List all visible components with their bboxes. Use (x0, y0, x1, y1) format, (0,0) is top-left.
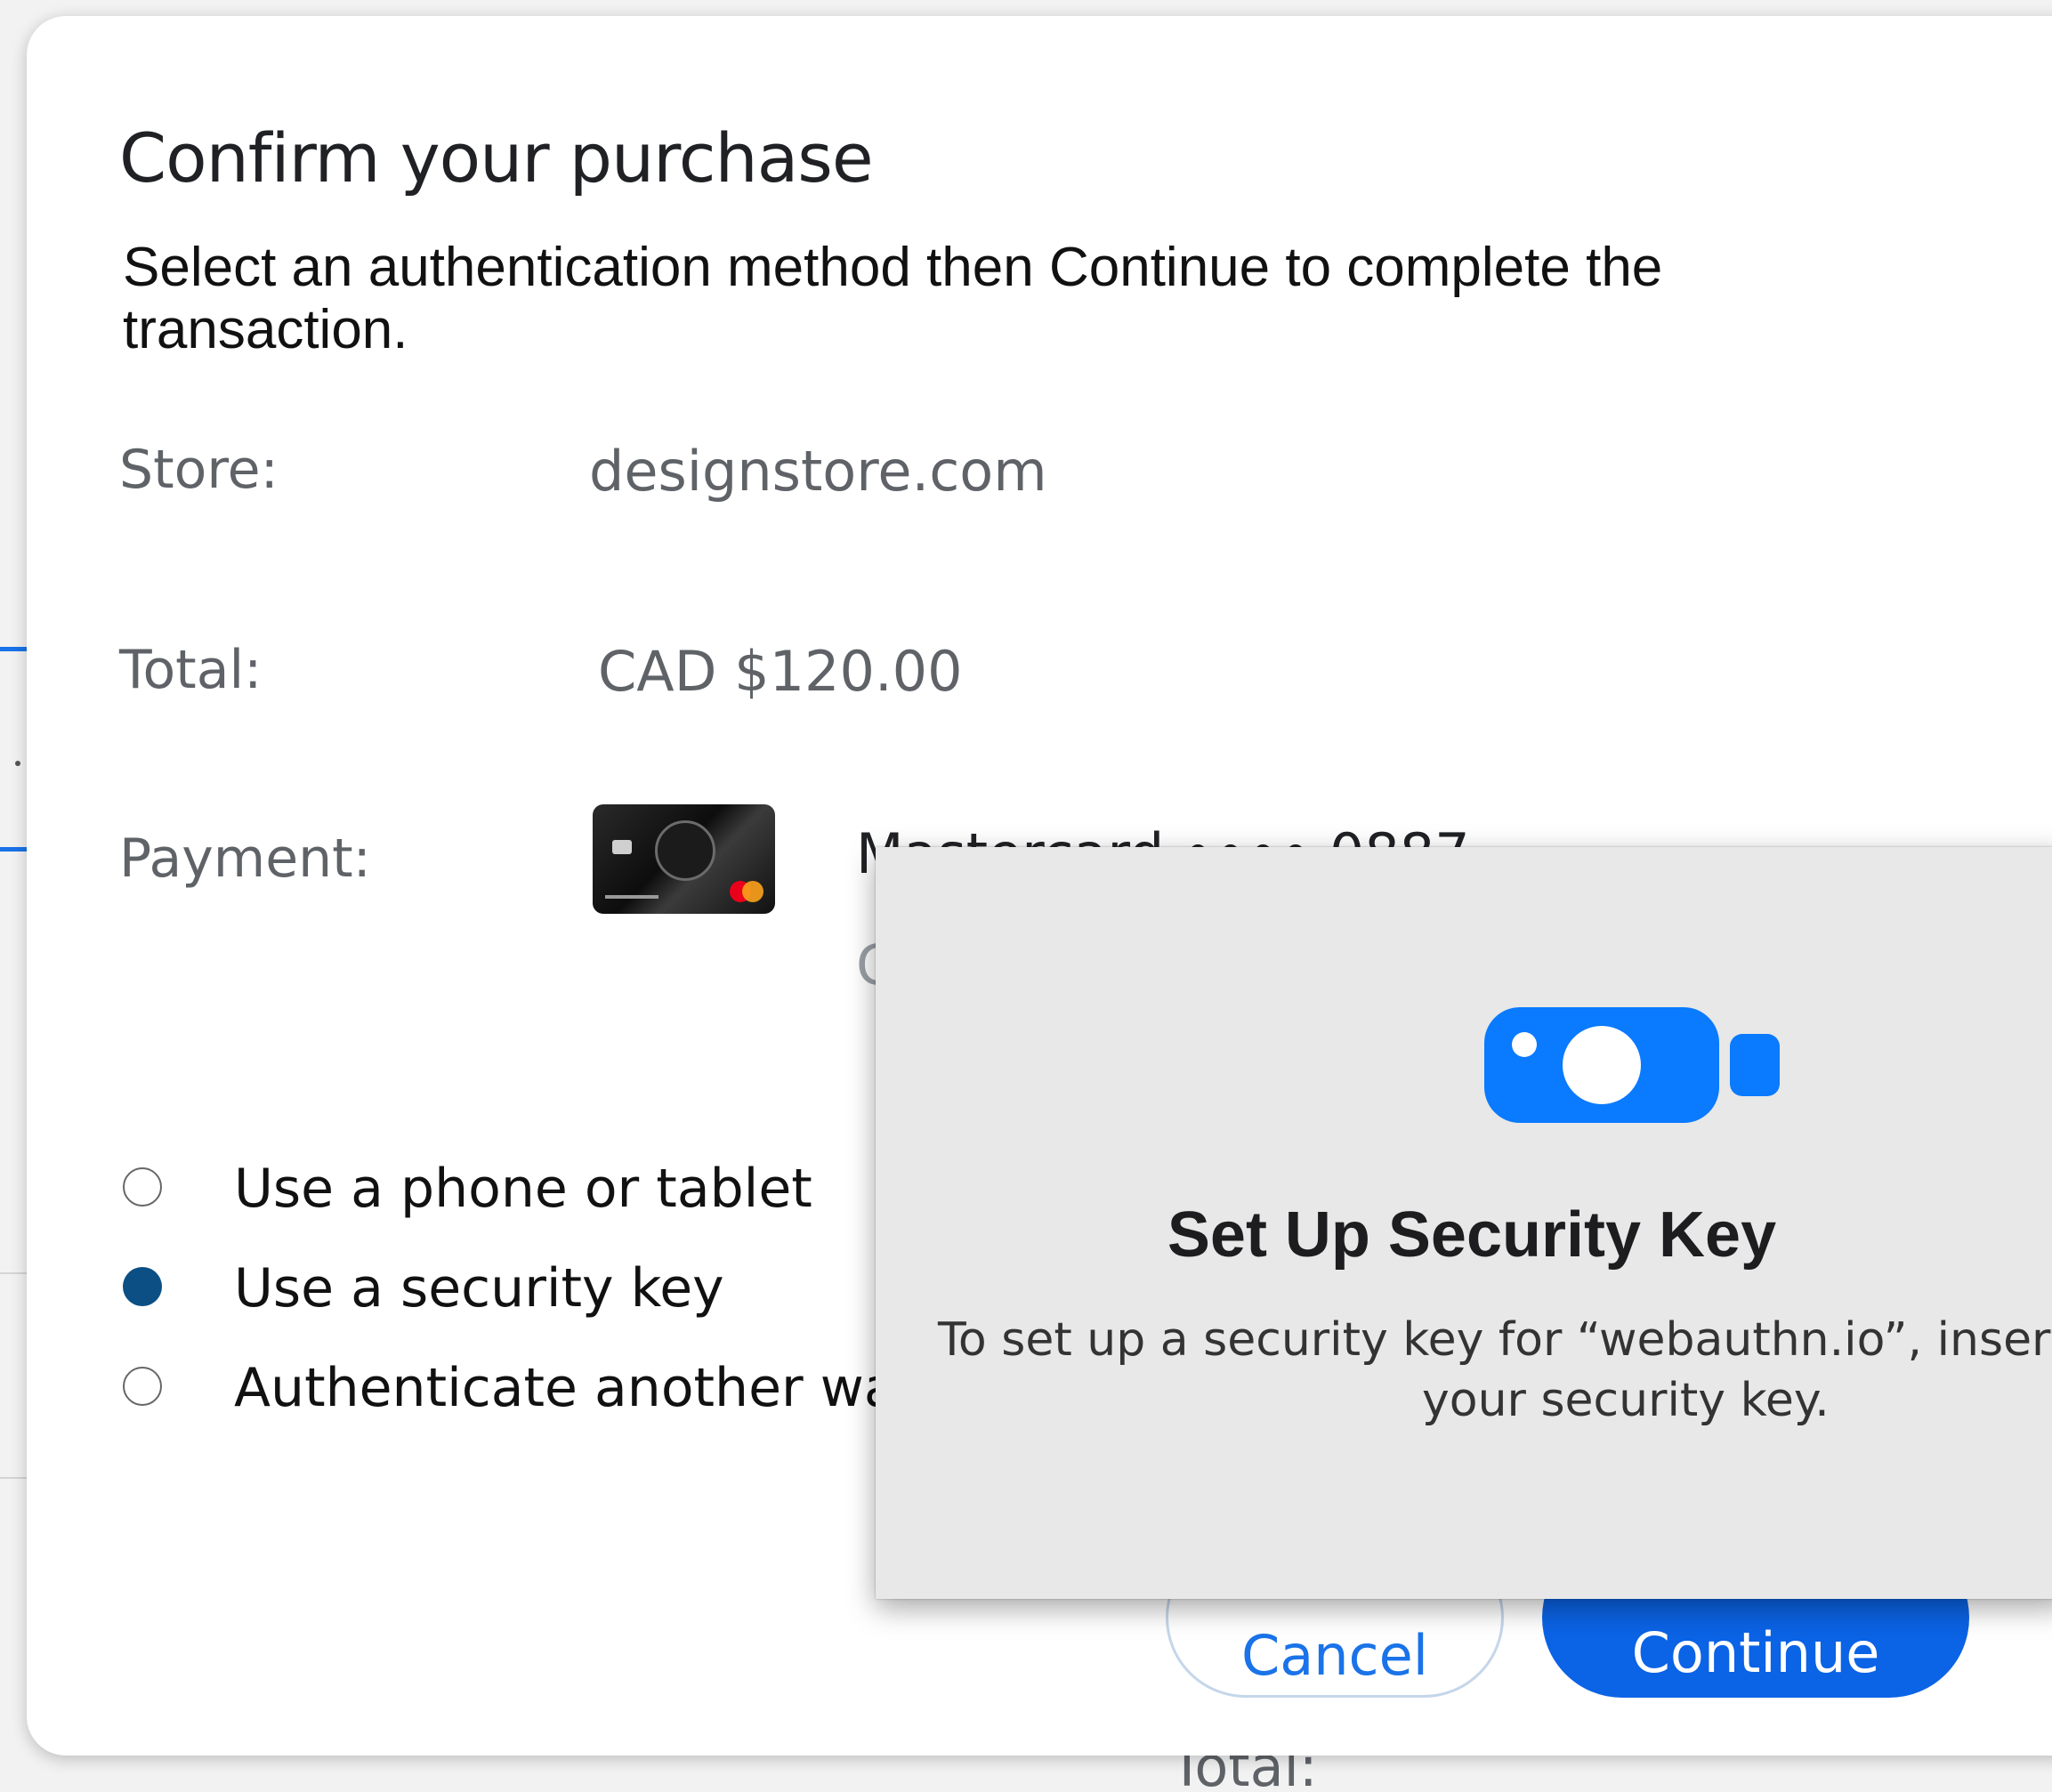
card-logo-icon (655, 820, 715, 881)
total-value: CAD $120.00 (598, 639, 963, 704)
store-value: designstore.com (589, 439, 1047, 504)
option-label: Use a phone or tablet (234, 1158, 812, 1220)
radio-authenticate-another-way[interactable] (123, 1367, 162, 1406)
option-label: Use a security key (234, 1257, 724, 1320)
sheet-body: To set up a security key for “webauthn.i… (938, 1310, 2052, 1431)
sheet-title: Set Up Security Key (1167, 1199, 1777, 1271)
security-key-sheet: Set Up Security Key To set up a security… (876, 847, 2052, 1599)
radio-phone-or-tablet[interactable] (123, 1167, 162, 1207)
background-dot (15, 761, 20, 766)
background-divider (0, 1272, 27, 1274)
background-divider (0, 1477, 27, 1479)
usb-security-key-icon (1484, 1007, 1780, 1123)
option-phone-or-tablet[interactable]: Use a phone or tablet (123, 1153, 924, 1224)
background-accent-line (0, 847, 27, 852)
dialog-subtitle: Select an authentication method then Con… (123, 237, 1663, 360)
card-image (593, 804, 775, 914)
option-security-key[interactable]: Use a security key (123, 1253, 924, 1324)
card-chip-icon (612, 840, 632, 854)
sheet-body-line: To set up a security key for “webauthn.i… (938, 1313, 2052, 1367)
option-label: Authenticate another way (234, 1357, 929, 1419)
sheet-body-line: your security key. (1422, 1374, 1830, 1427)
total-label: Total: (119, 639, 263, 701)
radio-security-key[interactable] (123, 1267, 162, 1306)
store-label: Store: (119, 439, 279, 501)
option-authenticate-another-way[interactable]: Authenticate another way (123, 1352, 928, 1424)
payment-label: Payment: (119, 827, 371, 890)
background-accent-line (0, 647, 27, 651)
dialog-title: Confirm your purchase (119, 118, 874, 198)
